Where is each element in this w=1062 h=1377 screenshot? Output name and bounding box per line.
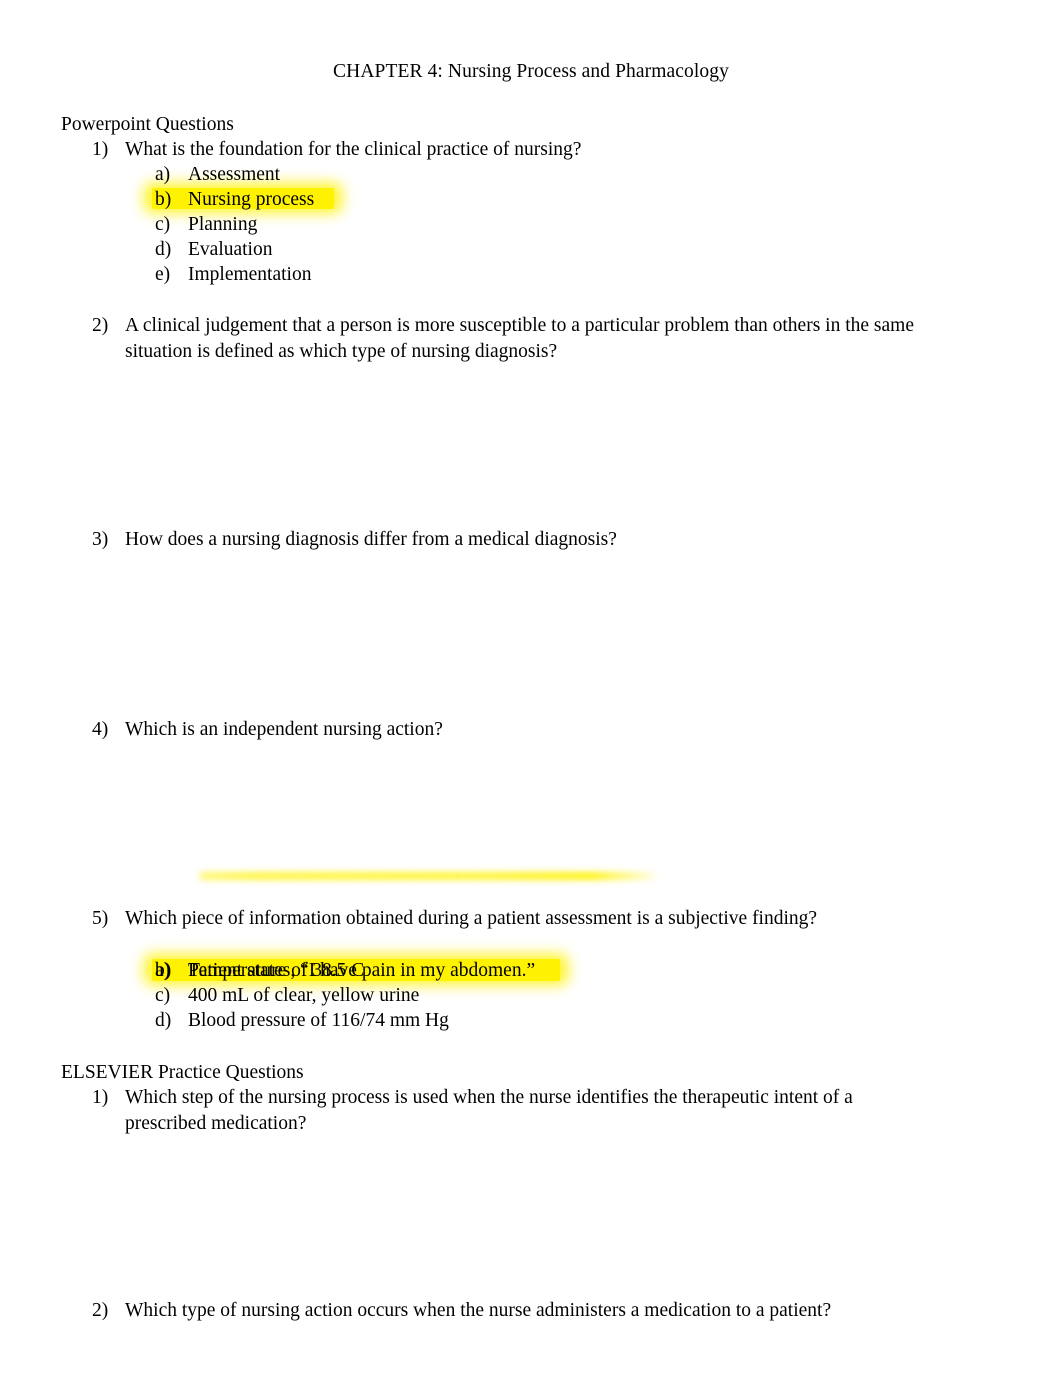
option-row: d) Blood pressure of 116/74 mm Hg bbox=[155, 1008, 915, 1034]
question-row: 1) Which step of the nursing process is … bbox=[92, 1085, 922, 1136]
question-text: A clinical judgement that a person is mo… bbox=[125, 315, 914, 362]
option-text: Blood pressure of 116/74 mm Hg bbox=[188, 1010, 449, 1031]
question-marker: 5) bbox=[92, 908, 109, 929]
option-row: e) Implementation bbox=[155, 262, 915, 288]
option-text: Nursing process bbox=[188, 189, 315, 210]
option-row: c) Planning bbox=[155, 212, 915, 238]
question-text: Which type of nursing action occurs when… bbox=[125, 1300, 832, 1321]
question-marker: 1) bbox=[92, 139, 109, 160]
option-row: a) Assessment bbox=[155, 162, 915, 188]
option-marker: c) bbox=[155, 214, 171, 235]
page-title: CHAPTER 4: Nursing Process and Pharmacol… bbox=[333, 61, 729, 82]
question-marker: 4) bbox=[92, 719, 109, 740]
option-row: c) 400 mL of clear, yellow urine bbox=[155, 983, 915, 1009]
option-row: d) Evaluation bbox=[155, 237, 915, 263]
question-text: Which piece of information obtained duri… bbox=[125, 908, 818, 929]
stray-highlight-streak bbox=[200, 872, 655, 880]
option-marker: a) bbox=[155, 164, 171, 185]
option-marker: b) bbox=[155, 960, 172, 981]
question-text: How does a nursing diagnosis differ from… bbox=[125, 529, 617, 550]
question-row: 3) How does a nursing diagnosis differ f… bbox=[92, 527, 922, 553]
option-text: Evaluation bbox=[188, 239, 273, 260]
question-row: 5) Which piece of information obtained d… bbox=[92, 906, 922, 932]
question-marker: 3) bbox=[92, 529, 109, 550]
option-marker: b) bbox=[155, 189, 172, 210]
section-heading-powerpoint: Powerpoint Questions bbox=[61, 114, 234, 135]
question-marker: 1) bbox=[92, 1087, 109, 1108]
option-marker: d) bbox=[155, 1010, 172, 1031]
question-text: What is the foundation for the clinical … bbox=[125, 139, 582, 160]
question-row: 1) What is the foundation for the clinic… bbox=[92, 137, 922, 163]
option-text: Assessment bbox=[188, 164, 281, 185]
question-row: 4) Which is an independent nursing actio… bbox=[92, 717, 922, 743]
question-row: 2) A clinical judgement that a person is… bbox=[92, 313, 922, 364]
question-marker: 2) bbox=[92, 315, 109, 336]
question-row: 2) Which type of nursing action occurs w… bbox=[92, 1298, 922, 1324]
option-marker: d) bbox=[155, 239, 172, 260]
option-text: Implementation bbox=[188, 264, 312, 285]
option-text: 400 mL of clear, yellow urine bbox=[188, 985, 420, 1006]
option-marker: c) bbox=[155, 985, 171, 1006]
question-text: Which is an independent nursing action? bbox=[125, 719, 443, 740]
option-row-highlighted: b) Nursing process bbox=[144, 183, 915, 213]
option-marker: e) bbox=[155, 264, 171, 285]
section-heading-elsevier: ELSEVIER Practice Questions bbox=[61, 1062, 304, 1083]
question-marker: 2) bbox=[92, 1300, 109, 1321]
option-text: Temperature of 38.5 C bbox=[188, 960, 365, 981]
document-page: CHAPTER 4: Nursing Process and Pharmacol… bbox=[0, 0, 1062, 1377]
option-text: Planning bbox=[188, 214, 258, 235]
question-text: Which step of the nursing process is use… bbox=[125, 1087, 853, 1134]
